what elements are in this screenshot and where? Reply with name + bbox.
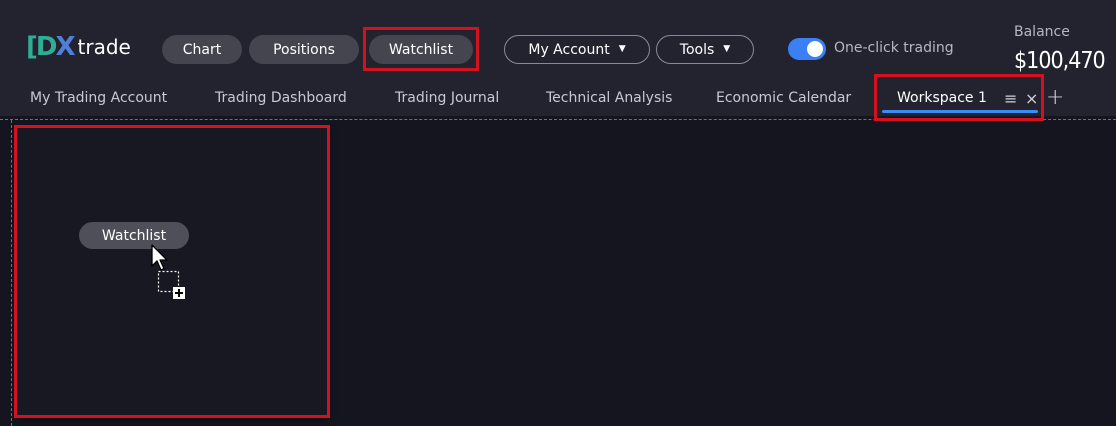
highlight-watchlist-button [363,27,479,71]
tab-trading-journal[interactable]: Trading Journal [395,90,499,106]
one-click-trading-label: One-click trading [834,40,954,56]
drop-zone-border-left [11,120,12,426]
dxtrade-logo: [DX trade [26,32,131,62]
top-toolbar: [DX trade Chart Positions Watchlist My A… [0,0,1116,80]
tab-trading-dashboard[interactable]: Trading Dashboard [215,90,347,106]
balance-label: Balance [1014,24,1070,40]
chevron-down-icon: ▼ [618,44,626,54]
highlight-drop-panel [14,125,330,418]
my-account-dropdown[interactable]: My Account ▼ [504,35,650,64]
one-click-trading-toggle[interactable] [788,38,826,60]
chart-button[interactable]: Chart [162,35,242,64]
logo-mark: [DX [26,32,76,62]
positions-button[interactable]: Positions [249,35,359,64]
balance-value: $100,470 [1014,48,1106,74]
tab-economic-calendar[interactable]: Economic Calendar [716,90,851,106]
logo-text: trade [77,35,131,59]
tab-technical-analysis[interactable]: Technical Analysis [546,90,672,106]
chevron-down-icon: ▼ [723,44,731,54]
highlight-workspace-tab [874,74,1044,121]
add-tab-icon[interactable]: + [1046,85,1064,110]
tools-dropdown[interactable]: Tools ▼ [656,35,754,64]
tab-my-trading-account[interactable]: My Trading Account [30,90,167,106]
toggle-knob [807,41,823,57]
